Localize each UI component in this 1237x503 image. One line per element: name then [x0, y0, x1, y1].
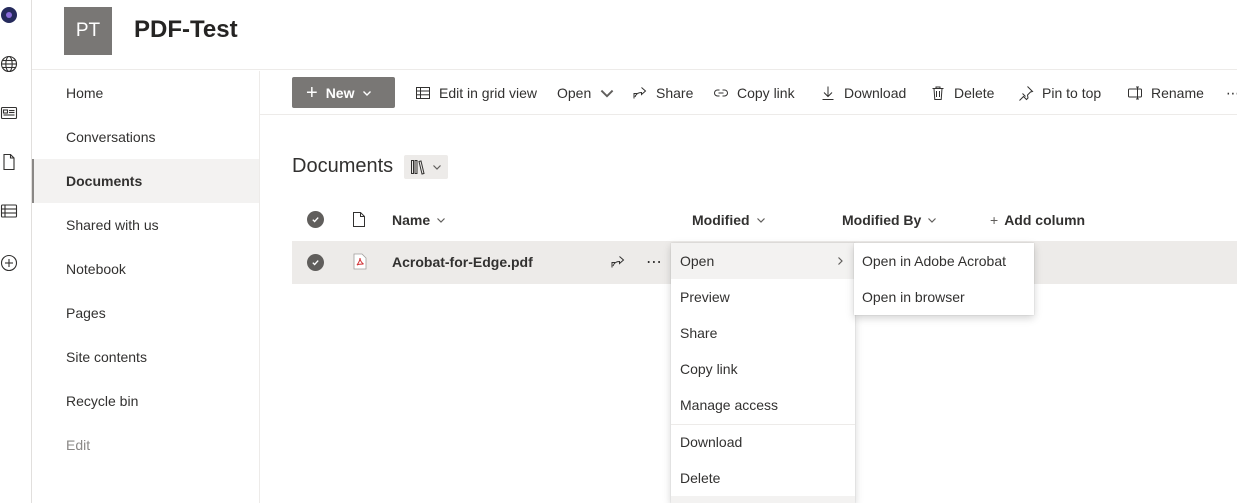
share-label: Share	[656, 85, 694, 101]
chevron-down-icon	[437, 218, 446, 223]
edit-in-grid-view-button[interactable]: Edit in grid view	[415, 71, 537, 115]
more-icon: ⋯	[1226, 84, 1237, 101]
nav-item-shared-with-us[interactable]: Shared with us	[32, 203, 259, 247]
library-title: Documents	[292, 155, 394, 177]
pdf-file-icon	[353, 253, 367, 273]
link-icon	[714, 89, 728, 97]
menu-item-open-label: Open	[680, 253, 715, 269]
delete-button[interactable]: Delete	[930, 71, 994, 115]
nav-item-conversations[interactable]: Conversations	[32, 115, 259, 159]
modified-by-column-label: Modified By	[842, 212, 922, 228]
pin-icon	[1019, 86, 1034, 101]
list-icon[interactable]	[0, 202, 18, 220]
menu-item-open[interactable]: Open	[671, 243, 855, 279]
select-all-checkbox[interactable]	[307, 211, 324, 228]
nav-item-documents[interactable]: Documents	[32, 159, 259, 203]
add-column-button[interactable]: + Add column	[990, 208, 1085, 232]
chevron-right-icon	[838, 257, 843, 265]
chevron-down-icon	[363, 90, 372, 96]
plus-icon: +	[306, 81, 318, 104]
nav-item-home[interactable]: Home	[32, 71, 259, 115]
chevron-down-icon	[928, 218, 937, 223]
more-commands-button[interactable]: ⋯	[1226, 71, 1237, 115]
app-logo-icon[interactable]	[0, 6, 18, 24]
menu-item-delete[interactable]: Delete	[671, 460, 855, 496]
menu-scroll-edge	[671, 496, 855, 503]
nav-item-recycle-bin[interactable]: Recycle bin	[32, 379, 259, 423]
add-circle-icon[interactable]	[0, 254, 18, 272]
menu-item-preview[interactable]: Preview	[671, 279, 855, 315]
download-button[interactable]: Download	[820, 71, 906, 115]
chevron-down-icon	[756, 218, 765, 223]
pin-to-top-button[interactable]: Pin to top	[1018, 71, 1101, 115]
download-icon	[822, 86, 834, 100]
chevron-down-icon	[600, 89, 614, 98]
globe-icon[interactable]	[0, 55, 18, 73]
modified-by-column-header[interactable]: Modified By	[842, 208, 937, 232]
app-rail	[0, 0, 32, 503]
menu-item-open-in-browser[interactable]: Open in browser	[854, 279, 1034, 315]
menu-item-open-in-adobe-acrobat[interactable]: Open in Adobe Acrobat	[854, 243, 1034, 279]
nav-item-site-contents[interactable]: Site contents	[32, 335, 259, 379]
menu-item-copy-link[interactable]: Copy link	[671, 351, 855, 387]
open-button[interactable]: Open	[557, 71, 615, 115]
nav-item-notebook[interactable]: Notebook	[32, 247, 259, 291]
rename-button[interactable]: Rename	[1127, 71, 1204, 115]
plus-icon: +	[990, 212, 999, 228]
modified-column-label: Modified	[692, 212, 750, 228]
row-select-checkbox[interactable]	[307, 254, 324, 271]
file-type-header-icon[interactable]	[352, 211, 366, 231]
file-name[interactable]: Acrobat-for-Edge.pdf	[392, 254, 533, 270]
pin-to-top-label: Pin to top	[1042, 85, 1102, 101]
left-navigation: Home Conversations Documents Shared with…	[32, 71, 260, 503]
new-button[interactable]: + New	[292, 77, 395, 108]
checkmark-icon	[312, 217, 319, 223]
rename-icon	[1128, 86, 1142, 100]
name-column-label: Name	[392, 212, 431, 228]
add-column-label: Add column	[1004, 212, 1086, 228]
delete-label: Delete	[954, 85, 995, 101]
row-more-actions-icon[interactable]: ⋯	[646, 252, 662, 272]
menu-item-share[interactable]: Share	[671, 315, 855, 351]
row-share-icon[interactable]	[610, 254, 626, 273]
copy-link-button[interactable]: Copy link	[713, 71, 795, 115]
menu-item-download[interactable]: Download	[671, 424, 855, 460]
site-header: PT PDF-Test	[32, 0, 1237, 70]
share-button[interactable]: Share	[632, 71, 693, 115]
checkmark-icon	[312, 260, 319, 266]
site-logo[interactable]: PT	[64, 7, 112, 55]
grid-icon	[416, 87, 430, 99]
library-icon	[411, 160, 425, 175]
trash-icon	[932, 86, 944, 100]
file-context-menu: Open Preview Share Copy link Manage acce…	[671, 243, 855, 503]
name-column-header[interactable]: Name	[392, 208, 446, 232]
menu-item-manage-access[interactable]: Manage access	[671, 387, 855, 423]
download-label: Download	[844, 85, 907, 101]
open-label: Open	[557, 85, 592, 101]
file-icon[interactable]	[0, 153, 18, 171]
nav-edit-link[interactable]: Edit	[32, 423, 259, 467]
copy-link-label: Copy link	[737, 85, 795, 101]
modified-column-header[interactable]: Modified	[692, 208, 766, 232]
command-bar: + New Edit in grid view Open Share Copy …	[260, 71, 1237, 115]
nav-item-pages[interactable]: Pages	[32, 291, 259, 335]
chevron-down-icon	[433, 165, 441, 170]
edit-in-grid-view-label: Edit in grid view	[439, 85, 538, 101]
news-icon[interactable]	[0, 104, 18, 122]
site-title[interactable]: PDF-Test	[134, 16, 238, 44]
view-options-button[interactable]	[404, 155, 448, 179]
rename-label: Rename	[1151, 85, 1204, 101]
open-submenu: Open in Adobe Acrobat Open in browser	[854, 243, 1034, 315]
new-button-label: New	[325, 84, 355, 101]
share-icon	[633, 87, 647, 99]
